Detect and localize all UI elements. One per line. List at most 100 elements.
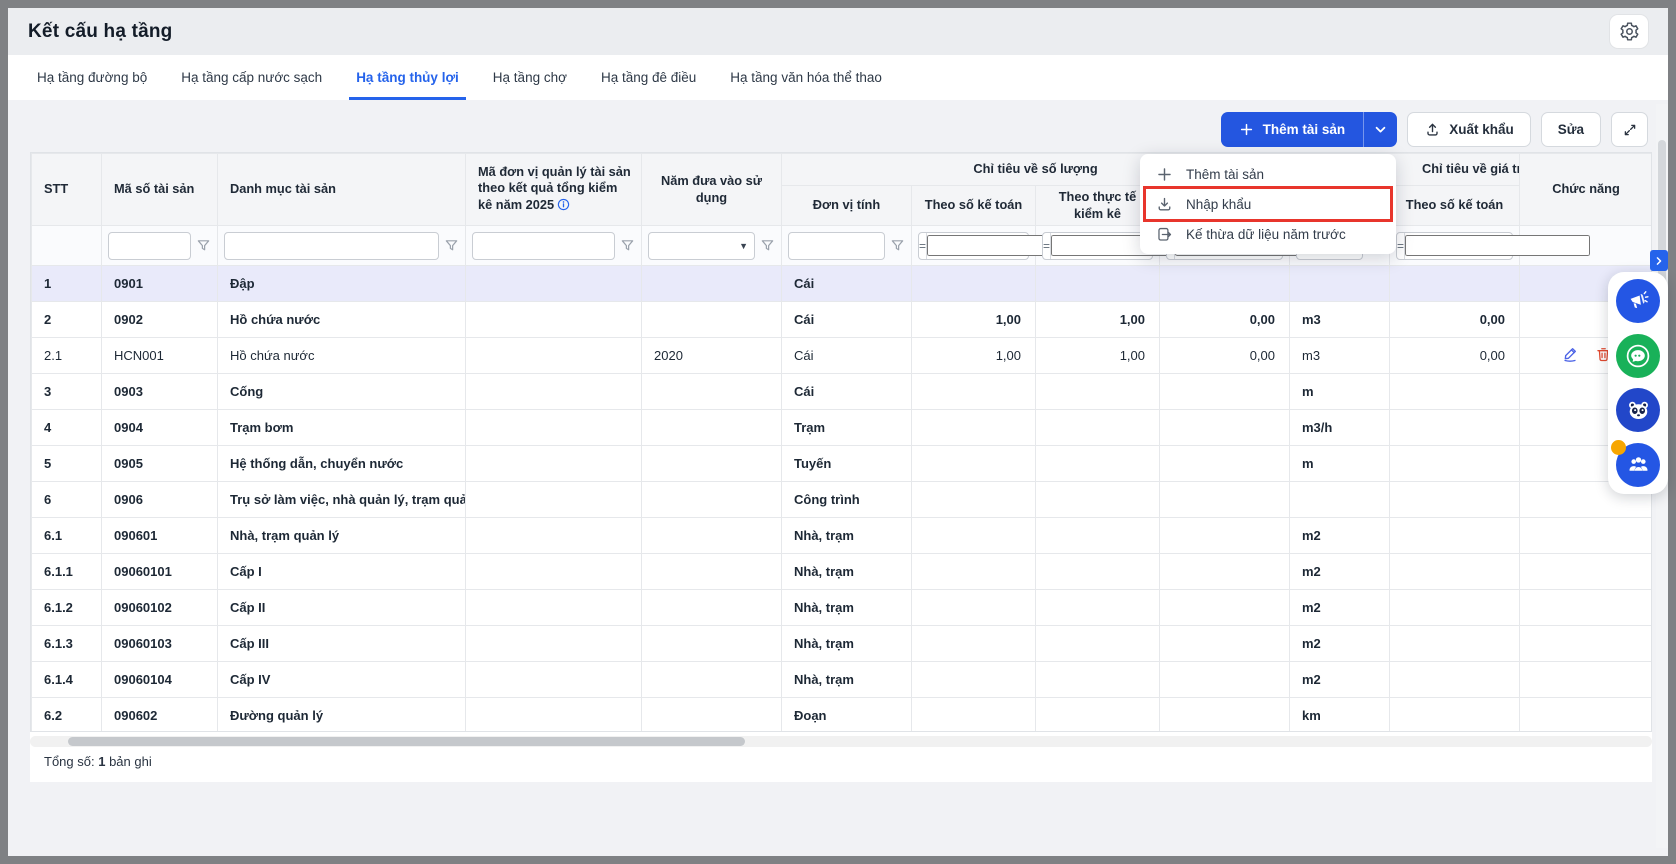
cell-q_inv bbox=[1036, 374, 1160, 410]
filter-select-input-year[interactable] bbox=[649, 239, 739, 253]
horizontal-scrollbar-thumb[interactable] bbox=[68, 737, 745, 746]
table-row-6.1[interactable]: 6.1090601Nhà, trạm quản lýNhà, trạmm2 bbox=[32, 518, 1653, 554]
column-header-stt: STT bbox=[32, 154, 102, 226]
horizontal-scrollbar[interactable] bbox=[30, 736, 1652, 747]
settings-button[interactable] bbox=[1610, 15, 1648, 48]
cell-q_unit: Công trình bbox=[782, 482, 912, 518]
filter-input-q_unit[interactable] bbox=[788, 232, 885, 260]
filter-funnel-icon[interactable] bbox=[890, 238, 905, 253]
cell-v_acc bbox=[1390, 518, 1520, 554]
pencil-icon bbox=[1561, 345, 1579, 366]
cell-v_unit: m2 bbox=[1290, 554, 1390, 590]
add-asset-button[interactable]: Thêm tài sản bbox=[1221, 112, 1364, 147]
cell-name: Cấp I bbox=[218, 554, 466, 590]
equals-operator[interactable]: = bbox=[919, 233, 927, 259]
cell-code: 0906 bbox=[102, 482, 218, 518]
cell-actions bbox=[1520, 698, 1652, 733]
cell-q_acc bbox=[912, 662, 1036, 698]
edit-row-button[interactable] bbox=[1561, 345, 1579, 366]
cell-v_acc bbox=[1390, 266, 1520, 302]
filter-cell-q_unit bbox=[782, 226, 912, 266]
table-row-2.1[interactable]: 2.1HCN001Hồ chứa nước2020Cái1,001,000,00… bbox=[32, 338, 1653, 374]
tab-ha-tang-duong-bo[interactable]: Hạ tầng đường bộ bbox=[20, 55, 164, 100]
cell-v_acc bbox=[1390, 626, 1520, 662]
cell-q_unit: Cái bbox=[782, 266, 912, 302]
cell-q_acc bbox=[912, 554, 1036, 590]
cell-q_inv bbox=[1036, 554, 1160, 590]
menu-item-label: Thêm tài sản bbox=[1186, 167, 1264, 182]
app-header: Kết cấu hạ tầng bbox=[8, 8, 1668, 55]
table-row-6.1.1[interactable]: 6.1.109060101Cấp INhà, trạmm2 bbox=[32, 554, 1653, 590]
filter-widget-v_acc: = bbox=[1396, 232, 1513, 260]
menu-item-nhap-khau[interactable]: Nhập khẩu bbox=[1146, 189, 1390, 219]
side-panel-toggle-button[interactable] bbox=[1650, 250, 1668, 271]
filter-funnel-icon[interactable] bbox=[444, 238, 459, 253]
cell-q_acc bbox=[912, 266, 1036, 302]
edit-mode-button[interactable]: Sửa bbox=[1541, 112, 1601, 147]
tab-ha-tang-cho[interactable]: Hạ tầng chợ bbox=[476, 55, 584, 100]
add-asset-split-button: Thêm tài sản bbox=[1221, 112, 1398, 147]
cell-q_inv bbox=[1036, 410, 1160, 446]
add-asset-menu-toggle[interactable] bbox=[1363, 112, 1397, 147]
table-row-5[interactable]: 50905Hệ thống dẫn, chuyển nướcTuyếnm bbox=[32, 446, 1653, 482]
export-button[interactable]: Xuất khẩu bbox=[1407, 112, 1531, 147]
filter-input-code[interactable] bbox=[108, 232, 191, 260]
filter-select-year[interactable]: ▼ bbox=[648, 232, 755, 260]
table-row-6.1.3[interactable]: 6.1.309060103Cấp IIINhà, trạmm2 bbox=[32, 626, 1653, 662]
table-row-2[interactable]: 20902Hồ chứa nướcCái1,001,000,00m30,00 bbox=[32, 302, 1653, 338]
filter-input-v_acc[interactable] bbox=[1405, 235, 1590, 256]
equals-operator[interactable]: = bbox=[1043, 233, 1051, 259]
add-asset-label: Thêm tài sản bbox=[1263, 122, 1346, 137]
filter-row: ▼==== bbox=[32, 226, 1653, 266]
cell-q_inv bbox=[1036, 482, 1160, 518]
filter-funnel-icon[interactable] bbox=[196, 238, 211, 253]
filter-cell-v_acc: = bbox=[1390, 226, 1520, 266]
window-frame: Kết cấu hạ tầng Hạ tầng đường bộHạ tầng … bbox=[0, 0, 1676, 864]
chat-support-fab-button[interactable] bbox=[1616, 334, 1660, 378]
tab-ha-tang-van-hoa-the-thao[interactable]: Hạ tầng văn hóa thể thao bbox=[713, 55, 899, 100]
table-row-1[interactable]: 10901ĐậpCái bbox=[32, 266, 1653, 302]
column-header-v_acc: Theo số kế toán bbox=[1390, 186, 1520, 226]
cell-year bbox=[642, 482, 782, 518]
menu-item-them-tai-san[interactable]: Thêm tài sản bbox=[1146, 159, 1390, 189]
cell-mgmt_code bbox=[466, 338, 642, 374]
expand-button[interactable] bbox=[1611, 112, 1648, 147]
panda-assistant-fab-button[interactable] bbox=[1616, 388, 1660, 432]
filter-funnel-icon[interactable] bbox=[760, 238, 775, 253]
cell-year bbox=[642, 698, 782, 733]
info-icon[interactable] bbox=[557, 198, 570, 216]
cell-q_acc bbox=[912, 698, 1036, 733]
table-row-3[interactable]: 30903CốngCáim bbox=[32, 374, 1653, 410]
table-row-6.2[interactable]: 6.2090602Đường quản lýĐoạnkm bbox=[32, 698, 1653, 733]
filter-input-mgmt_code[interactable] bbox=[472, 232, 615, 260]
filter-input-name[interactable] bbox=[224, 232, 439, 260]
table-row-6.1.2[interactable]: 6.1.209060102Cấp IINhà, trạmm2 bbox=[32, 590, 1653, 626]
tab-ha-tang-thuy-loi[interactable]: Hạ tầng thủy lợi bbox=[339, 55, 476, 100]
tab-ha-tang-de-dieu[interactable]: Hạ tầng đê điều bbox=[584, 55, 713, 100]
tab-bar: Hạ tầng đường bộHạ tầng cấp nước sạchHạ … bbox=[8, 55, 1668, 101]
cell-name: Hệ thống dẫn, chuyển nước bbox=[218, 446, 466, 482]
cell-q_diff bbox=[1160, 410, 1290, 446]
table-row-4[interactable]: 40904Trạm bơmTrạmm3/h bbox=[32, 410, 1653, 446]
cell-q_acc: 1,00 bbox=[912, 302, 1036, 338]
filter-funnel-icon[interactable] bbox=[620, 238, 635, 253]
cell-name: Cấp II bbox=[218, 590, 466, 626]
table-row-6.1.4[interactable]: 6.1.409060104Cấp IVNhà, trạmm2 bbox=[32, 662, 1653, 698]
cell-mgmt_code bbox=[466, 518, 642, 554]
filter-cell-code bbox=[102, 226, 218, 266]
table-row-6[interactable]: 60906Trụ sở làm việc, nhà quản lý, trạm … bbox=[32, 482, 1653, 518]
plus-icon bbox=[1239, 122, 1254, 137]
cell-stt: 6.1.4 bbox=[32, 662, 102, 698]
cell-q_diff bbox=[1160, 266, 1290, 302]
cell-q_inv bbox=[1036, 662, 1160, 698]
column-header-code: Mã số tài sản bbox=[102, 154, 218, 226]
cell-name: Cấp III bbox=[218, 626, 466, 662]
cell-name: Trụ sở làm việc, nhà quản lý, trạm quả… bbox=[218, 482, 466, 518]
announcement-fab-button[interactable] bbox=[1616, 279, 1660, 323]
team-fab-button[interactable] bbox=[1616, 443, 1660, 487]
menu-item-ke-thua-du-lieu[interactable]: Kế thừa dữ liệu năm trước bbox=[1146, 219, 1390, 249]
filter-cell-year: ▼ bbox=[642, 226, 782, 266]
equals-operator[interactable]: = bbox=[1397, 233, 1405, 259]
cell-code: 0902 bbox=[102, 302, 218, 338]
tab-ha-tang-cap-nuoc-sach[interactable]: Hạ tầng cấp nước sạch bbox=[164, 55, 339, 100]
